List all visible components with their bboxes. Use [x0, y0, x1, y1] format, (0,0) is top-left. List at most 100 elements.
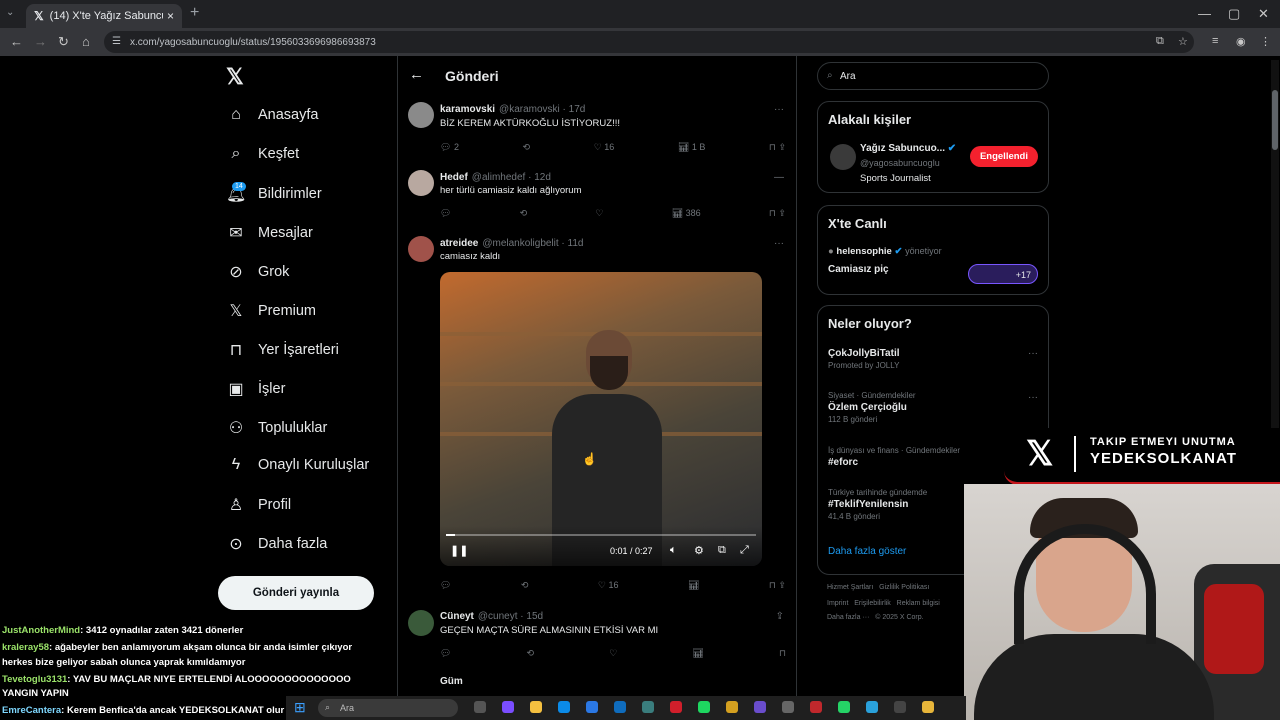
edge-icon[interactable]: [558, 701, 570, 713]
avatar[interactable]: [830, 144, 856, 170]
trend-item[interactable]: ÇokJollyBiTatil Promoted by JOLLY: [828, 346, 900, 370]
footer-link[interactable]: Gizlilik Politikası: [879, 584, 929, 591]
pause-icon[interactable]: ❚❚: [450, 544, 468, 557]
search-box[interactable]: ⌕ Ara: [817, 62, 1049, 90]
teams-icon[interactable]: [754, 701, 766, 713]
footer-link[interactable]: Imprint: [827, 600, 848, 607]
address-bar[interactable]: ☰ x.com/yagosabuncuoglu/status/195603369…: [104, 31, 1194, 53]
reply-button[interactable]: 💬︎: [440, 580, 451, 591]
fullscreen-icon[interactable]: ⤢: [740, 544, 749, 557]
sidebar-item-verified-orgs[interactable]: ϟ Onaylı Kuruluşlar: [226, 456, 369, 474]
store-icon[interactable]: [586, 701, 598, 713]
browser-menu-icon[interactable]: ⋮: [1260, 35, 1271, 48]
avatar[interactable]: [408, 610, 434, 636]
volume-icon[interactable]: 🔈︎: [670, 544, 677, 557]
search-input[interactable]: Ara: [840, 71, 856, 82]
tweet-author[interactable]: atreidee @melankoligbelit · 11d: [440, 238, 584, 249]
copilot-icon[interactable]: [502, 701, 514, 713]
sidebar-item-communities[interactable]: ⚇ Topluluklar: [226, 418, 328, 438]
tweet-author[interactable]: Güm: [440, 676, 463, 687]
sidebar-item-home[interactable]: ⌂ Anasayfa: [226, 106, 318, 124]
retweet-button[interactable]: ⟲: [523, 142, 531, 153]
tab-close-icon[interactable]: ×: [167, 9, 174, 23]
file-explorer-icon[interactable]: [530, 701, 542, 713]
views-button[interactable]: 📊︎ 386: [672, 208, 701, 219]
like-button[interactable]: ♡ 16: [594, 142, 615, 153]
trend-item[interactable]: Türkiye tarihinde gündemde #TeklifYenile…: [828, 488, 927, 521]
minimize-icon[interactable]: —: [1198, 6, 1211, 21]
sidebar-item-jobs[interactable]: ▣ İşler: [226, 379, 285, 399]
person-name[interactable]: Yağız Sabuncuo... ✔: [860, 143, 956, 154]
tweet-author[interactable]: Cüneyt @cuneyt · 15d: [440, 611, 543, 622]
sidebar-item-more[interactable]: ⊙ Daha fazla: [226, 534, 327, 554]
whatsapp-icon[interactable]: [838, 701, 850, 713]
like-button[interactable]: ♡: [595, 208, 603, 219]
back-icon[interactable]: ←: [10, 34, 23, 49]
live-host[interactable]: ● helensophie ✔ yönetiyor: [828, 246, 942, 257]
more-options-icon[interactable]: ···: [774, 104, 784, 115]
footer-link[interactable]: Erişilebilirlik: [854, 600, 891, 607]
app-icon[interactable]: [810, 701, 822, 713]
app-icon[interactable]: [894, 701, 906, 713]
more-options-icon[interactable]: ···: [1028, 392, 1038, 403]
like-button[interactable]: ♡ 16: [598, 580, 619, 591]
bookmark-star-icon[interactable]: ☆: [1178, 35, 1188, 48]
settings-icon[interactable]: [782, 701, 794, 713]
views-button[interactable]: 📊︎: [692, 648, 703, 659]
taskbar-search[interactable]: ⌕ Ara: [318, 699, 458, 717]
avatar[interactable]: [408, 236, 434, 262]
video-progress[interactable]: [446, 534, 756, 536]
post-button[interactable]: Gönderi yayınla: [218, 576, 374, 610]
bookmark-button[interactable]: ⊓ ⇪: [769, 580, 786, 591]
install-icon[interactable]: ⧉: [1156, 35, 1164, 48]
reply-button[interactable]: 💬︎: [440, 208, 451, 219]
show-more-link[interactable]: Daha fazla göster: [828, 546, 906, 557]
more-options-icon[interactable]: ···: [774, 238, 784, 249]
browser-tab[interactable]: 𝕏 (14) X'te Yağız Sabuncuoğlu: "C ×: [26, 4, 182, 28]
like-button[interactable]: ♡: [609, 648, 617, 659]
video-player[interactable]: ❚❚ 0:01 / 0:27 🔈︎ ⚙ ⧉ ⤢: [440, 272, 762, 566]
tab-search-icon[interactable]: ⌄: [6, 7, 14, 18]
sidebar-item-bookmarks[interactable]: ⊓ Yer İşaretleri: [226, 340, 339, 360]
footer-link[interactable]: Reklam bilgisi: [897, 600, 940, 607]
share-icon[interactable]: ⇪: [776, 611, 784, 622]
tweet-author[interactable]: Hedef @alimhedef · 12d: [440, 172, 551, 183]
maximize-icon[interactable]: ▢: [1228, 6, 1240, 22]
trend-item[interactable]: Siyaset · Gündemdekiler Özlem Çerçioğlu …: [828, 391, 916, 424]
reload-icon[interactable]: ↻: [58, 34, 69, 50]
more-options-icon[interactable]: —: [774, 172, 784, 183]
window-close-icon[interactable]: ✕: [1258, 6, 1269, 22]
tweet[interactable]: Güm: [406, 674, 790, 694]
sidebar-item-grok[interactable]: ⊘ Grok: [226, 262, 289, 282]
back-arrow-icon[interactable]: ←: [409, 66, 424, 83]
footer-link[interactable]: Daha fazla ···: [827, 614, 869, 621]
x-logo-icon[interactable]: 𝕏: [226, 64, 244, 90]
bookmark-button[interactable]: ⊓: [779, 648, 786, 659]
live-topic[interactable]: Camiasız piç: [828, 264, 889, 275]
telegram-icon[interactable]: [866, 701, 878, 713]
trend-item[interactable]: İş dünyası ve finans · Gündemdekiler #ef…: [828, 446, 960, 468]
pip-icon[interactable]: ⧉: [718, 544, 726, 557]
site-info-icon[interactable]: ☰: [112, 36, 121, 47]
avatar[interactable]: [408, 102, 434, 128]
settings-icon[interactable]: ⚙: [694, 544, 704, 557]
reply-button[interactable]: 💬︎: [440, 648, 451, 659]
sidebar-item-messages[interactable]: ✉ Mesajlar: [226, 223, 313, 243]
spotify-icon[interactable]: [698, 701, 710, 713]
outlook-icon[interactable]: [614, 701, 626, 713]
profile-icon[interactable]: ◉: [1236, 35, 1246, 48]
reply-button[interactable]: 💬︎ 2: [440, 142, 459, 153]
app-icon[interactable]: [726, 701, 738, 713]
tweet[interactable]: karamovski @karamovski · 17d ··· BİZ KERE…: [406, 100, 790, 160]
task-view-icon[interactable]: [474, 701, 486, 713]
blocked-button[interactable]: Engellendi: [969, 146, 1038, 167]
new-tab-icon[interactable]: +: [190, 4, 199, 22]
bookmark-button[interactable]: ⊓ ⇪: [769, 208, 786, 219]
tweet-author[interactable]: karamovski @karamovski · 17d: [440, 104, 585, 115]
retweet-button[interactable]: ⟲: [520, 208, 528, 219]
opera-icon[interactable]: [670, 701, 682, 713]
windows-start-icon[interactable]: ⊞: [294, 699, 306, 716]
views-button[interactable]: 📊︎: [688, 580, 699, 591]
listeners-pill[interactable]: +17: [968, 264, 1038, 284]
views-button[interactable]: 📊︎ 1 B: [678, 142, 705, 153]
